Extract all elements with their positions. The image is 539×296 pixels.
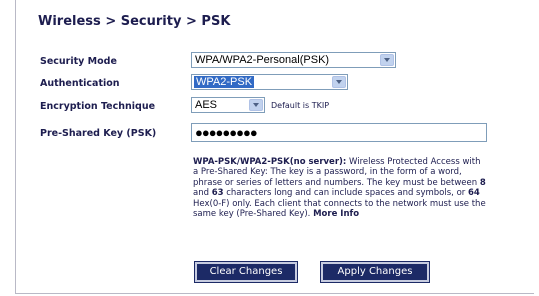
help-text-2: and xyxy=(193,188,212,199)
chevron-down-icon[interactable] xyxy=(332,76,346,88)
security-mode-value: WPA/WPA2-Personal(PSK) xyxy=(195,54,330,66)
encryption-default-note: Default is TKIP xyxy=(271,101,330,110)
content-frame xyxy=(15,0,534,294)
breadcrumb-separator: > xyxy=(185,14,197,29)
help-min-length: 8 xyxy=(479,177,486,188)
breadcrumb-separator: > xyxy=(105,14,117,29)
chevron-down-icon[interactable] xyxy=(380,54,394,66)
more-info-link[interactable]: More Info xyxy=(313,209,359,219)
chevron-down-icon[interactable] xyxy=(249,99,263,111)
help-text-3: characters long and can include spaces a… xyxy=(223,188,468,199)
breadcrumb-psk: PSK xyxy=(201,14,231,29)
authentication-value: WPA2-PSK xyxy=(194,76,255,88)
security-mode-label: Security Mode xyxy=(40,56,117,67)
security-mode-select[interactable]: WPA/WPA2-Personal(PSK) xyxy=(191,52,396,68)
psk-label: Pre-Shared Key (PSK) xyxy=(40,128,157,139)
breadcrumb-security: Security xyxy=(120,14,182,29)
psk-input[interactable]: ●●●●●●●●● xyxy=(191,123,487,142)
help-max-length: 63 xyxy=(211,188,224,199)
help-hex-length: 64 xyxy=(467,188,480,199)
clear-changes-button[interactable]: Clear Changes xyxy=(195,262,297,282)
help-title: WPA-PSK/WPA2-PSK(no server): xyxy=(193,157,347,167)
breadcrumb: Wireless > Security > PSK xyxy=(38,14,230,29)
apply-changes-button[interactable]: Apply Changes xyxy=(321,262,429,282)
encryption-select[interactable]: AES xyxy=(191,97,265,113)
encryption-value: AES xyxy=(195,99,218,111)
authentication-label: Authentication xyxy=(40,78,120,89)
encryption-label: Encryption Technique xyxy=(40,101,156,112)
breadcrumb-wireless: Wireless xyxy=(38,14,101,29)
authentication-select[interactable]: WPA2-PSK xyxy=(191,74,348,90)
help-text: WPA-PSK/WPA2-PSK(no server): Wireless Pr… xyxy=(193,157,488,219)
